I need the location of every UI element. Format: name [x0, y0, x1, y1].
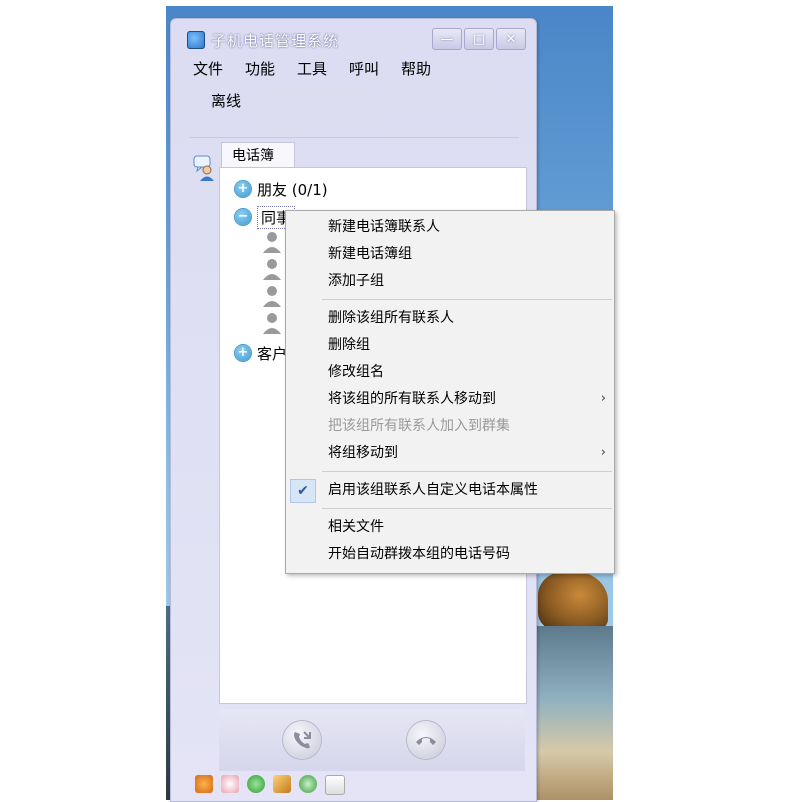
menu-related-files[interactable]: 相关文件: [286, 514, 614, 540]
mini-toolbar: [195, 775, 345, 795]
menu-new-group[interactable]: 新建电话簿组: [286, 241, 614, 267]
wallpaper-rock: [538, 571, 608, 631]
menu-item-label: 将该组的所有联系人移动到: [328, 391, 496, 407]
contact-row[interactable]: [262, 258, 282, 280]
menu-item-label: 修改组名: [328, 364, 384, 380]
menu-separator: [322, 471, 612, 472]
group-label: 朋友 (0/1): [257, 180, 328, 199]
minimize-button[interactable]: —: [432, 28, 462, 50]
menu-item-label: 相关文件: [328, 519, 384, 535]
menu-add-to-cluster: 把该组所有联系人加入到群集: [286, 413, 614, 439]
check-icon: ✔: [290, 479, 316, 503]
menu-tools[interactable]: 工具: [297, 59, 349, 79]
tab-phonebook[interactable]: 电话簿: [221, 142, 295, 169]
menu-move-group-to[interactable]: 将组移动到 ›: [286, 440, 614, 466]
expand-icon[interactable]: +: [235, 181, 251, 197]
hangup-icon: [416, 737, 436, 745]
menu-item-label: 启用该组联系人自定义电话本属性: [328, 482, 538, 498]
menu-bar: 文件 功能 工具 呼叫 帮助: [193, 59, 453, 79]
alarm-tool-icon[interactable]: [299, 775, 317, 793]
maximize-button[interactable]: □: [464, 28, 494, 50]
menu-item-label: 新建电话簿联系人: [328, 219, 440, 235]
edit-tool-icon[interactable]: [273, 775, 291, 793]
menu-delete-group[interactable]: 删除组: [286, 332, 614, 358]
menu-rename-group[interactable]: 修改组名: [286, 359, 614, 385]
menu-function[interactable]: 功能: [245, 59, 297, 79]
submenu-arrow-icon: ›: [600, 391, 606, 406]
menu-call[interactable]: 呼叫: [349, 59, 401, 79]
hangup-button[interactable]: [407, 721, 445, 759]
menu-item-label: 添加子组: [328, 273, 384, 289]
person-icon: [263, 313, 281, 334]
toolbar-divider: [189, 137, 519, 138]
menu-new-contact[interactable]: 新建电话簿联系人: [286, 214, 614, 240]
menu-item-label: 删除组: [328, 337, 370, 353]
title-bar[interactable]: 子机电话管理系统 — □ ✕: [171, 19, 536, 59]
collapse-icon[interactable]: −: [235, 209, 251, 225]
window-controls: — □ ✕: [432, 28, 526, 50]
close-button[interactable]: ✕: [496, 28, 526, 50]
person-icon: [263, 286, 281, 307]
contact-row[interactable]: [262, 312, 282, 334]
document-tool-icon[interactable]: [325, 775, 345, 795]
menu-delete-all-contacts[interactable]: 删除该组所有联系人: [286, 305, 614, 331]
tree-group-friends-row[interactable]: + 朋友 (0/1): [235, 176, 328, 202]
menu-help[interactable]: 帮助: [401, 59, 453, 79]
person-icon: [263, 259, 281, 280]
note-tool-icon[interactable]: [221, 775, 239, 793]
group-context-menu: 新建电话簿联系人 新建电话簿组 添加子组 删除该组所有联系人 删除组 修改组名 …: [285, 210, 615, 574]
menu-add-subgroup[interactable]: 添加子组: [286, 268, 614, 294]
phone-call-icon: [294, 731, 311, 749]
status-label[interactable]: 离线: [211, 90, 241, 111]
bottom-toolbar: [219, 709, 525, 771]
menu-item-label: 把该组所有联系人加入到群集: [328, 418, 510, 434]
expand-icon[interactable]: +: [235, 345, 251, 361]
call-button[interactable]: [283, 721, 321, 759]
chat-user-icon[interactable]: [193, 155, 215, 181]
menu-separator: [322, 508, 612, 509]
menu-move-contacts-to[interactable]: 将该组的所有联系人移动到 ›: [286, 386, 614, 412]
contact-row[interactable]: [262, 285, 282, 307]
contact-row[interactable]: [262, 231, 282, 253]
wallpaper-sea: [534, 626, 613, 800]
menu-item-label: 将组移动到: [328, 445, 398, 461]
flame-tool-icon[interactable]: [195, 775, 213, 793]
menu-enable-custom-properties[interactable]: ✔ 启用该组联系人自定义电话本属性: [286, 477, 614, 503]
app-icon: [187, 31, 205, 49]
menu-auto-group-dial[interactable]: 开始自动群拨本组的电话号码: [286, 541, 614, 567]
menu-item-label: 开始自动群拨本组的电话号码: [328, 546, 510, 562]
tree-group-clients-row[interactable]: + 客户: [235, 340, 287, 366]
group-label: 客户: [257, 344, 288, 363]
add-tool-icon[interactable]: [247, 775, 265, 793]
menu-file[interactable]: 文件: [193, 59, 245, 79]
submenu-arrow-icon: ›: [600, 445, 606, 460]
menu-separator: [322, 299, 612, 300]
menu-item-label: 删除该组所有联系人: [328, 310, 454, 326]
window-title: 子机电话管理系统: [211, 32, 340, 50]
person-icon: [263, 232, 281, 253]
menu-item-label: 新建电话簿组: [328, 246, 412, 262]
